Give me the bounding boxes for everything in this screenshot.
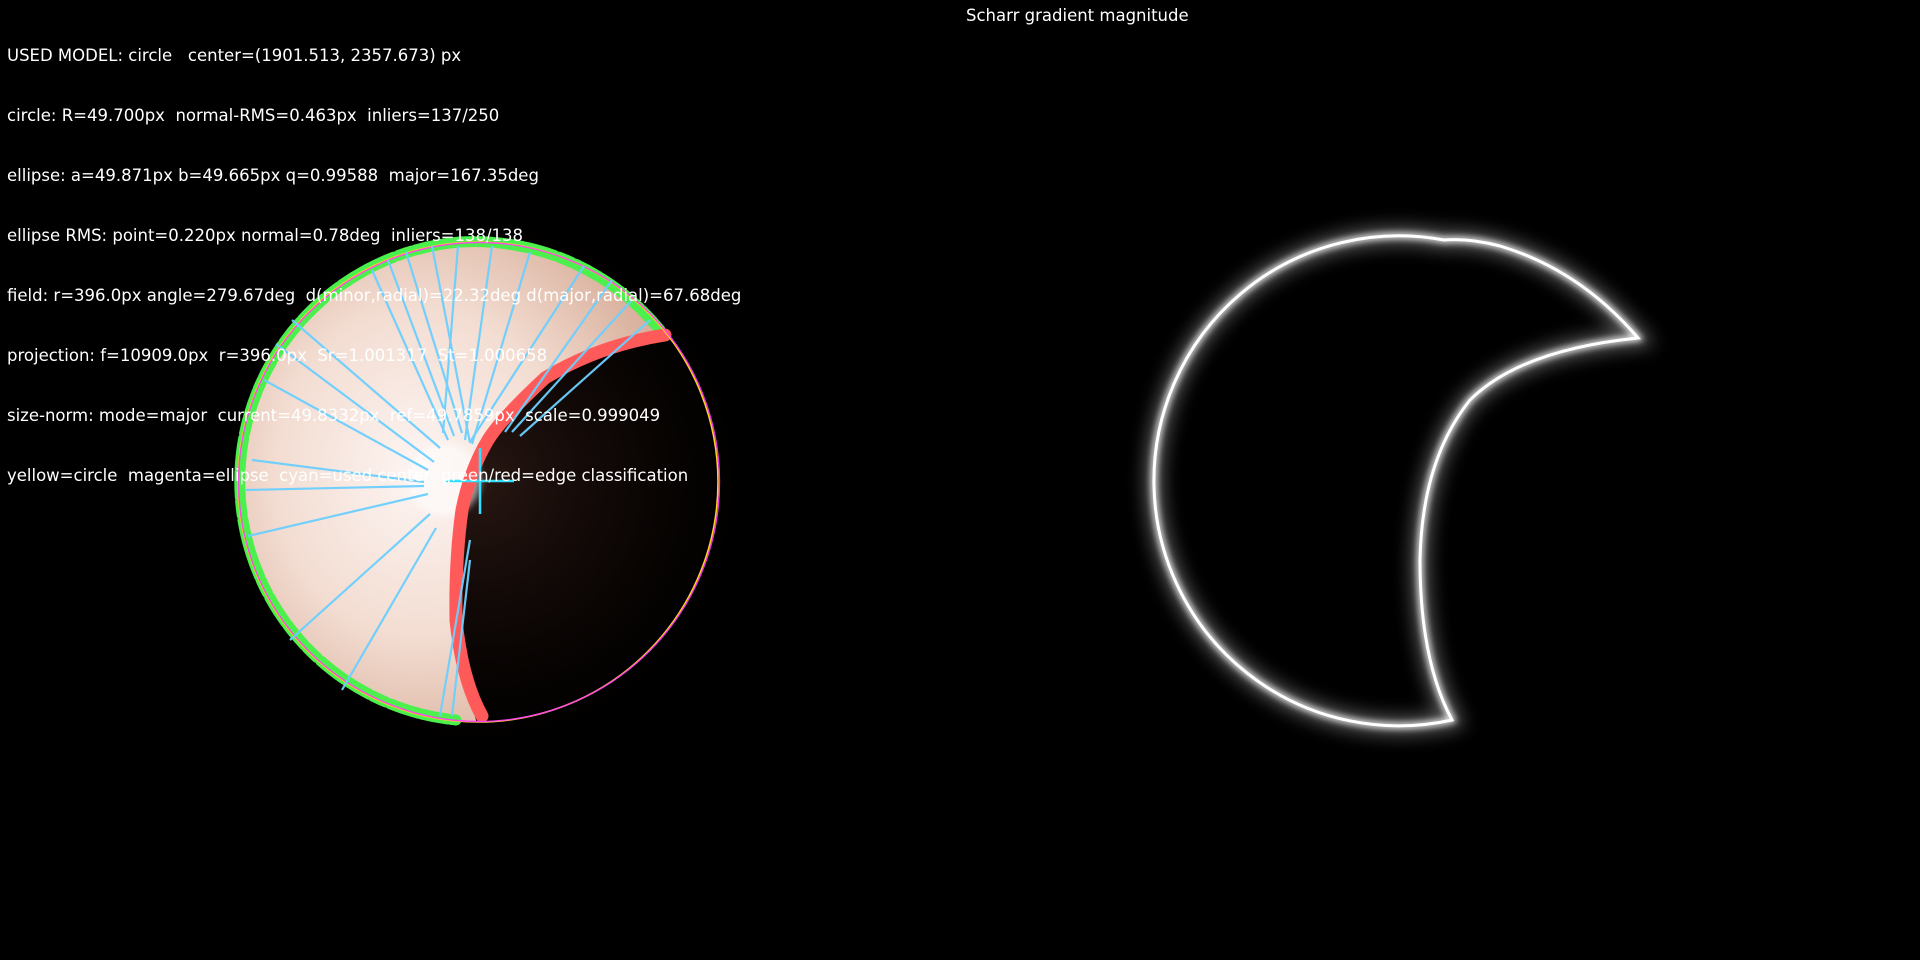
- info-field: field: r=396.0px angle=279.67deg d(minor…: [7, 286, 742, 305]
- info-legend: yellow=circle magenta=ellipse cyan=used …: [7, 466, 689, 485]
- fit-info-block: USED MODEL: circle center=(1901.513, 235…: [7, 6, 741, 526]
- visualization-canvas: USED MODEL: circle center=(1901.513, 235…: [0, 0, 1920, 960]
- gradient-magnitude-figure: [1144, 226, 1656, 735]
- info-used-model: USED MODEL: circle center=(1901.513, 235…: [7, 46, 462, 65]
- info-size-norm: size-norm: mode=major current=49.8332px …: [7, 406, 661, 425]
- gradient-ring: [1150, 232, 1644, 729]
- info-ellipse-rms: ellipse RMS: point=0.220px normal=0.78de…: [7, 226, 524, 245]
- info-ellipse: ellipse: a=49.871px b=49.665px q=0.99588…: [7, 166, 539, 185]
- info-projection: projection: f=10909.0px r=396.0px Sr=1.0…: [7, 346, 548, 365]
- gradient-panel-title: Scharr gradient magnitude: [966, 6, 1189, 25]
- info-circle: circle: R=49.700px normal-RMS=0.463px in…: [7, 106, 500, 125]
